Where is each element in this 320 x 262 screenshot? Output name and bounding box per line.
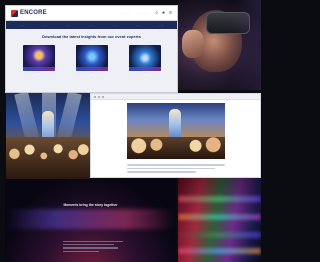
text-line (127, 164, 225, 166)
text-line (63, 244, 114, 246)
light-band (178, 232, 261, 238)
header-link[interactable]: · · · · · · · · (119, 12, 131, 15)
hero-body-lines (63, 241, 123, 254)
insight-card-label: · · · (142, 72, 147, 74)
light-wave (5, 209, 176, 229)
search-icon[interactable]: ⌕ (155, 10, 158, 16)
insight-card[interactable]: · · · (128, 45, 161, 74)
text-line (63, 250, 99, 252)
logo[interactable]: ENCORE (11, 9, 47, 17)
insight-card[interactable]: · · · (75, 45, 108, 74)
header-icons: ⌕ ● ≡ (155, 10, 172, 16)
ambient-glow (231, 0, 261, 90)
presentation-screenshot (90, 93, 261, 178)
insight-cards: · · · · · · · · · (12, 45, 171, 74)
window-dot (102, 95, 104, 98)
text-line (63, 247, 119, 249)
text-line (127, 167, 216, 169)
insight-card-image (128, 45, 161, 71)
header-links: · · · · · · · · · · · · · · · · (119, 12, 149, 15)
abstract-light-image (178, 178, 261, 262)
site-nav: · · · · · · · · · · · · · · · · · · · · … (6, 21, 177, 29)
light-band (178, 196, 261, 202)
person-hand (182, 30, 204, 58)
window-dot (98, 95, 100, 98)
slide-hero-image (127, 103, 225, 159)
site-body: Download the latest insights from our ev… (6, 29, 177, 78)
light-band (178, 248, 261, 254)
slide-caption-lines (127, 164, 225, 175)
website-screenshot: ENCORE · · · · · · · · · · · · · · · · ⌕… (5, 5, 178, 93)
nav-item[interactable]: · · · (66, 24, 70, 27)
window-dot (94, 95, 96, 98)
insight-card-image (22, 45, 55, 71)
concert-crowd-photo (6, 93, 90, 179)
text-line (127, 171, 196, 173)
page-headline: Download the latest insights from our ev… (42, 34, 141, 39)
insight-card[interactable]: · · · (22, 45, 55, 74)
dark-hero-banner: Moments bring the story together (5, 179, 176, 262)
window-bar (91, 94, 260, 100)
nav-item[interactable]: · · · (20, 24, 24, 27)
user-icon[interactable]: ● (162, 10, 165, 16)
nav-item[interactable]: · · · (90, 24, 94, 27)
site-header: ENCORE · · · · · · · · · · · · · · · · ⌕… (6, 6, 177, 21)
menu-icon[interactable]: ≡ (169, 10, 172, 16)
crowd (6, 137, 90, 179)
nav-item[interactable]: · · · (159, 24, 163, 27)
logo-text: ENCORE (20, 10, 47, 16)
insight-card-label: · · · (36, 72, 41, 74)
hero-title: Moments bring the story together (63, 203, 118, 207)
vr-headset-photo (178, 0, 261, 90)
nav-item[interactable]: · · · (43, 24, 47, 27)
nav-item[interactable]: · · · (113, 24, 117, 27)
insight-card-image (75, 45, 108, 71)
light-band (178, 214, 261, 220)
logo-mark-icon (11, 9, 18, 17)
text-line (63, 241, 123, 243)
insight-card-label: · · · (89, 72, 94, 74)
nav-item[interactable]: · · · (136, 24, 140, 27)
header-link[interactable]: · · · · · · · · (137, 12, 149, 15)
